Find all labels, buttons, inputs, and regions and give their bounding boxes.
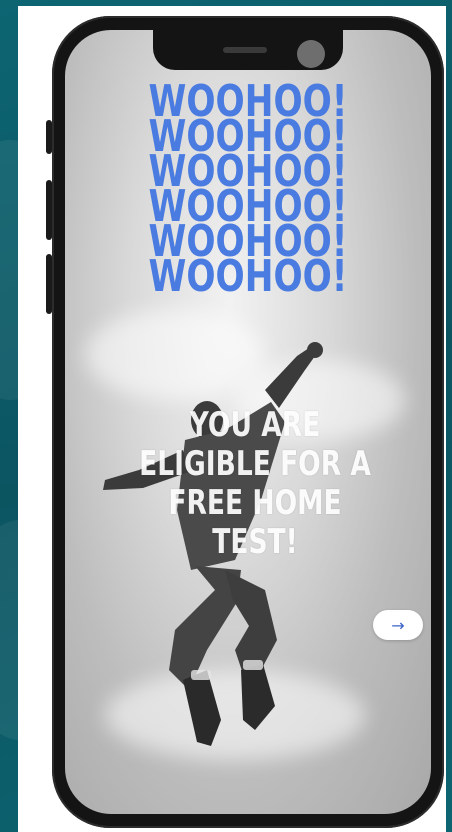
next-button[interactable]: →	[373, 610, 423, 640]
phone-side-button	[46, 120, 52, 154]
woohoo-stack: WOOHOO! WOOHOO! WOOHOO! WOOHOO! WOOHOO! …	[65, 80, 431, 302]
phone-mockup: WOOHOO! WOOHOO! WOOHOO! WOOHOO! WOOHOO! …	[46, 16, 444, 828]
speaker-grille	[223, 47, 267, 53]
phone-screen: WOOHOO! WOOHOO! WOOHOO! WOOHOO! WOOHOO! …	[65, 30, 431, 814]
phone-notch	[153, 30, 343, 70]
stage: WOOHOO! WOOHOO! WOOHOO! WOOHOO! WOOHOO! …	[0, 0, 452, 832]
front-camera	[297, 40, 325, 68]
phone-side-button	[46, 180, 52, 240]
woohoo-line: WOOHOO!	[148, 251, 348, 302]
arrow-right-icon: →	[391, 615, 405, 635]
phone-side-button	[46, 254, 52, 314]
eligibility-headline: YOU ARE ELIGIBLE FOR A FREE HOME TEST!	[139, 405, 371, 562]
